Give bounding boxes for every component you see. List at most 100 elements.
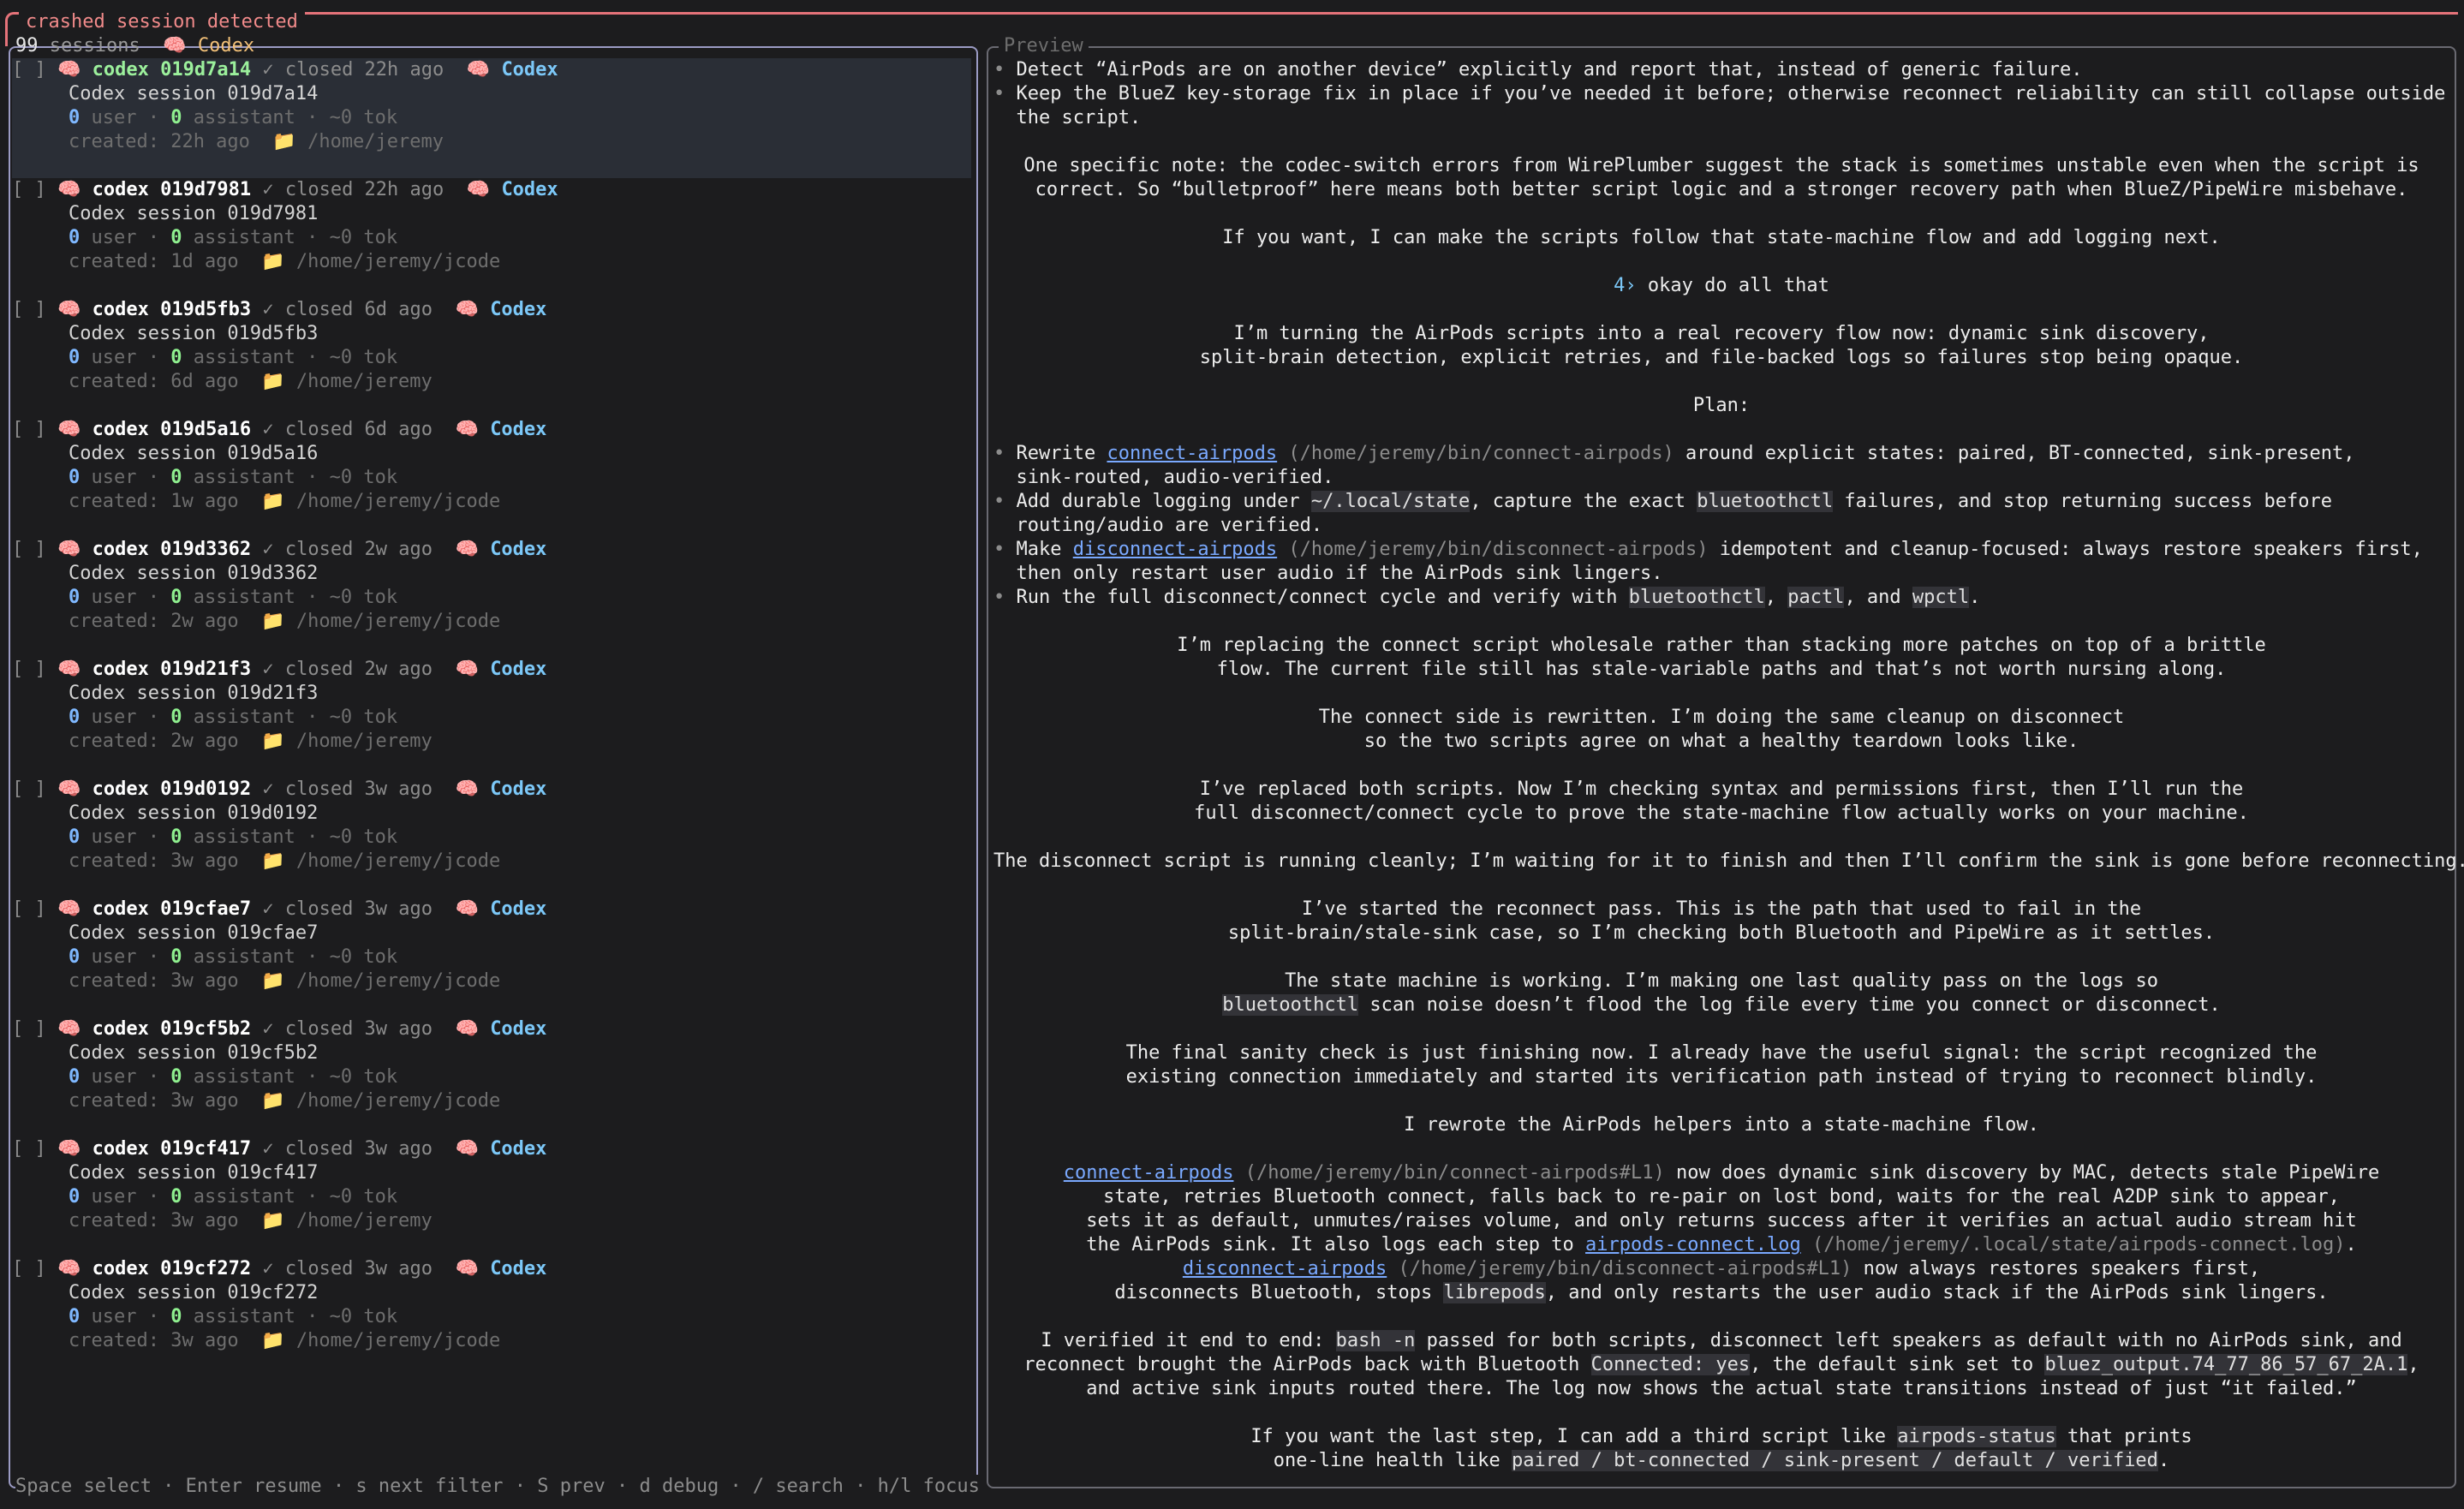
session-item[interactable]: [ ] 🧠 codex 019d7a14 ✓ closed 22h ago 🧠 … (12, 58, 971, 178)
inline-code: bash -n (1335, 1330, 1416, 1351)
select-checkbox[interactable]: [ ] (12, 778, 46, 800)
preview-text: , the default sink set to (1750, 1354, 2045, 1375)
file-link[interactable]: disconnect-airpods (1183, 1258, 1387, 1279)
session-item[interactable]: [ ] 🧠 codex 019d5fb3 ✓ closed 6d ago 🧠 C… (12, 298, 971, 418)
file-link[interactable]: disconnect-airpods (1073, 539, 1277, 560)
preview-text: split-brain detection, explicit retries,… (1199, 347, 2244, 368)
session-item[interactable]: [ ] 🧠 codex 019d0192 ✓ closed 3w ago 🧠 C… (12, 778, 971, 898)
assistant-count: 0 (170, 467, 182, 488)
preview-text: routing/audio are verified. (1016, 515, 1323, 536)
preview-line: I rewrote the AirPods helpers into a sta… (993, 1113, 2449, 1137)
session-item[interactable]: [ ] 🧠 codex 019d7981 ✓ closed 22h ago 🧠 … (12, 178, 971, 298)
select-checkbox[interactable]: [ ] (12, 1018, 46, 1040)
session-name: codex 019cfae7 (92, 898, 252, 920)
session-item[interactable]: [ ] 🧠 codex 019d3362 ✓ closed 2w ago 🧠 C… (12, 538, 971, 658)
active-filter[interactable]: Codex (198, 35, 254, 57)
preview-line: bluetoothctl scan noise doesn’t flood th… (993, 993, 2449, 1017)
agent-label: Codex (490, 1258, 547, 1279)
select-checkbox[interactable]: [ ] (12, 59, 46, 81)
folder-icon: 📁 (261, 491, 285, 512)
preview-line (993, 945, 2449, 969)
check-icon: ✓ (262, 59, 274, 81)
preview-text: that prints (2055, 1426, 2193, 1447)
user-count: 0 (69, 587, 81, 608)
preview-text: I’ve replaced both scripts. Now I’m chec… (1199, 778, 2244, 800)
preview-text: idempotent and cleanup-focused: always r… (1708, 539, 2423, 560)
select-checkbox[interactable]: [ ] (12, 659, 46, 680)
inline-code: bluetoothctl (1697, 491, 1834, 512)
token-count: ~0 tok (329, 1306, 398, 1327)
assistant-count: 0 (170, 1066, 182, 1088)
preview-text: I’ve started the reconnect pass. This is… (1301, 898, 2142, 920)
user-count: 0 (69, 1306, 81, 1327)
session-item[interactable]: [ ] 🧠 codex 019cf417 ✓ closed 3w ago 🧠 C… (12, 1137, 971, 1257)
brain-icon: 🧠 (57, 659, 81, 680)
preview-text: so the two scripts agree on what a healt… (1363, 731, 2079, 752)
closed-time: closed 6d ago (284, 299, 433, 320)
assistant-count: 0 (170, 107, 182, 128)
session-item[interactable]: [ ] 🧠 codex 019d21f3 ✓ closed 2w ago 🧠 C… (12, 658, 971, 778)
preview-text: . (2345, 1234, 2357, 1256)
bullet-icon: • (993, 443, 1017, 464)
folder-icon: 📁 (261, 850, 285, 872)
select-checkbox[interactable]: [ ] (12, 179, 46, 200)
preview-line (993, 610, 2449, 634)
select-checkbox[interactable]: [ ] (12, 299, 46, 320)
check-icon: ✓ (262, 778, 274, 800)
file-link[interactable]: airpods-connect.log (1585, 1234, 1801, 1256)
select-checkbox[interactable]: [ ] (12, 898, 46, 920)
preview-text: I’m turning the AirPods scripts into a r… (1233, 323, 2210, 344)
select-checkbox[interactable]: [ ] (12, 1138, 46, 1160)
token-count: ~0 tok (329, 707, 398, 728)
file-path: (/home/jeremy/bin/disconnect-airpods) (1277, 539, 1709, 560)
file-link[interactable]: connect-airpods (1107, 443, 1277, 464)
preview-text: , (2407, 1354, 2419, 1375)
brain-icon: 🧠 (455, 1258, 479, 1279)
session-item[interactable]: [ ] 🧠 codex 019d5a16 ✓ closed 6d ago 🧠 C… (12, 418, 971, 538)
file-path: (/home/jeremy/.local/state/airpods-conne… (1800, 1234, 2346, 1256)
token-count: ~0 tok (329, 347, 398, 368)
preview-line: One specific note: the codec-switch erro… (993, 154, 2449, 178)
session-name: codex 019cf5b2 (92, 1018, 252, 1040)
session-list-header: 99 sessions 🧠 Codex (15, 34, 254, 58)
preview-text: Detect “AirPods are on another device” e… (1016, 59, 2083, 81)
created-time: created: 3w ago (69, 970, 239, 992)
created-time: created: 3w ago (69, 1210, 239, 1232)
session-item[interactable]: [ ] 🧠 codex 019cfae7 ✓ closed 3w ago 🧠 C… (12, 898, 971, 1017)
folder-icon: 📁 (261, 1090, 285, 1112)
brain-icon: 🧠 (57, 539, 81, 560)
select-checkbox[interactable]: [ ] (12, 1258, 46, 1279)
preview-line: • Make disconnect-airpods (/home/jeremy/… (993, 538, 2449, 562)
session-name: codex 019cf272 (92, 1258, 252, 1279)
token-count: ~0 tok (329, 826, 398, 848)
preview-line (993, 754, 2449, 778)
preview-text: Make (1016, 539, 1073, 560)
preview-text: scan noise doesn’t flood the log file ev… (1358, 994, 2221, 1016)
preview-line: routing/audio are verified. (993, 514, 2449, 538)
agent-label: Codex (490, 419, 547, 440)
preview-text: now does dynamic sink discovery by MAC, … (1664, 1162, 2380, 1184)
user-count: 0 (69, 347, 81, 368)
brain-icon: 🧠 (455, 1138, 479, 1160)
session-item[interactable]: [ ] 🧠 codex 019cf272 ✓ closed 3w ago 🧠 C… (12, 1257, 971, 1377)
brain-icon: 🧠 (466, 59, 491, 81)
preview-text: failures, and stop returning success bef… (1833, 491, 2332, 512)
preview-text: Plan: (1692, 395, 1751, 416)
session-item[interactable]: [ ] 🧠 codex 019cf5b2 ✓ closed 3w ago 🧠 C… (12, 1017, 971, 1137)
preview-line: sink-routed, audio-verified. (993, 466, 2449, 490)
check-icon: ✓ (262, 1018, 274, 1040)
preview-line: disconnect-airpods (/home/jeremy/bin/dis… (993, 1257, 2449, 1281)
preview-line: I’m replacing the connect script wholesa… (993, 634, 2449, 658)
preview-text: The state machine is working. I’m making… (1285, 970, 2158, 992)
select-checkbox[interactable]: [ ] (12, 539, 46, 560)
session-list[interactable]: [ ] 🧠 codex 019d7a14 ✓ closed 22h ago 🧠 … (12, 58, 971, 1377)
preview-line (993, 418, 2449, 442)
bullet-icon: • (993, 83, 1017, 104)
preview-line: flow. The current file still has stale-v… (993, 658, 2449, 682)
select-checkbox[interactable]: [ ] (12, 419, 46, 440)
session-title: Codex session 019d5a16 (69, 443, 319, 464)
user-count: 0 (69, 107, 81, 128)
brain-icon: 🧠 (455, 299, 479, 320)
file-path: (/home/jeremy/bin/connect-airpods) (1277, 443, 1674, 464)
file-link[interactable]: connect-airpods (1064, 1162, 1234, 1184)
